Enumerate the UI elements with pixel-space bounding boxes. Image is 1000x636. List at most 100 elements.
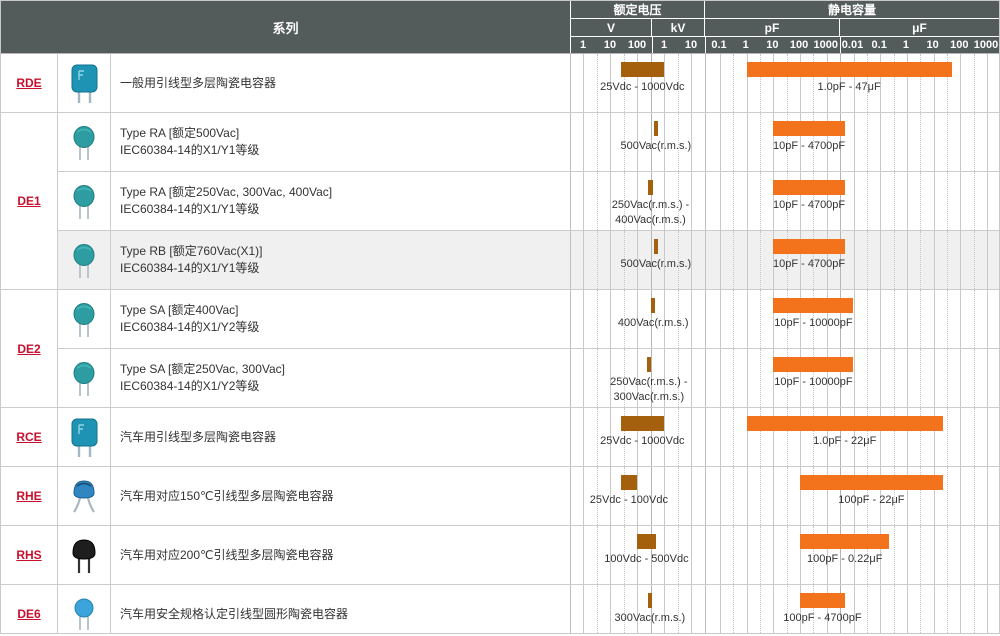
grid-line [597,231,598,289]
grid-line [974,467,975,525]
capacitance-range-bar [773,180,844,195]
series-link-rhs[interactable]: RHS [16,548,41,562]
grid-line [974,290,975,348]
axis-tick: 10 [926,39,938,51]
box-capacitor-icon [67,416,101,458]
capacitance-range-label: 100pF - 0.22μF [807,552,882,567]
voltage-range-label: 100Vdc - 500Vdc [604,552,688,567]
grid-line [854,231,855,289]
grid-line [987,231,988,289]
capacitance-range-bar [773,239,844,254]
capacitance-range-label: 10pF - 4700pF [773,257,845,272]
grid-line [907,585,908,634]
grid-line [974,349,975,407]
grid-line [854,172,855,230]
table-row: Type RA [额定250Vac, 300Vac, 400Vac]IEC603… [58,171,999,230]
series-link-de1[interactable]: DE1 [17,194,40,208]
grid-line [920,231,921,289]
grid-line [960,585,961,634]
grid-line [720,231,721,289]
series-description: Type SA [额定400Vac]IEC60384-14的X1/Y2等级 [111,290,571,348]
grid-line [934,290,935,348]
grid-line [760,290,761,348]
series-subrows: Type RA [额定500Vac]IEC60384-14的X1/Y1等级500… [58,113,999,289]
grid-line [854,585,855,634]
grid-line [974,172,975,230]
axis-tick: 1 [903,39,909,51]
header-separator [652,37,653,53]
voltage-range-bar [637,534,656,549]
grid-line [583,172,584,230]
grid-line [747,585,748,634]
grid-line [747,467,748,525]
grid-line [960,113,961,171]
capacitance-range-label: 100pF - 22μF [838,493,904,508]
grid-line [880,290,881,348]
grid-line [867,585,868,634]
table-row: 汽车用对应200℃引线型多层陶瓷电容器100Vdc - 500Vdc100pF … [58,526,999,584]
series-link-de2[interactable]: DE2 [17,342,40,356]
voltage-range-label: 400Vac(r.m.s.) [618,316,689,331]
grid-line [880,585,881,634]
series-link-rce[interactable]: RCE [16,430,41,444]
grid-line [907,231,908,289]
axis-tick: 10 [766,39,778,51]
grid-line [610,113,611,171]
series-cell: DE2 [1,290,58,407]
series-description: Type RB [额定760Vac(X1)]IEC60384-14的X1/Y1等… [111,231,571,289]
grid-line [920,349,921,407]
series-group: DE6汽车用安全规格认定引线型圆形陶瓷电容器300Vac(r.m.s.)100p… [1,585,999,634]
header-separator [840,37,841,53]
bent-lead-disc-capacitor-icon [68,476,100,516]
voltage-range-bar [648,180,654,195]
series-description: 一般用引线型多层陶瓷电容器 [111,54,571,112]
series-link-rhe[interactable]: RHE [16,489,41,503]
grid-line [720,349,721,407]
grid-line [583,526,584,584]
axis-tick: 100 [628,39,646,51]
icon-cell [58,54,111,112]
series-description: Type RA [额定250Vac, 300Vac, 400Vac]IEC603… [111,172,571,230]
icon-cell [58,408,111,466]
capacitance-range-bar [800,534,889,549]
capacitance-range-bar [773,121,844,136]
series-link-de6[interactable]: DE6 [17,607,40,621]
grid-line [597,408,598,466]
grid-line [691,408,692,466]
grid-line [894,526,895,584]
grid-line [747,172,748,230]
grid-line [760,231,761,289]
grid-line [760,349,761,407]
series-link-rde[interactable]: RDE [16,76,41,90]
series-description: Type SA [额定250Vac, 300Vac]IEC60384-14的X1… [111,349,571,407]
capacitance-chart-cell: 1.0pF - 22μF [705,408,999,466]
voltage-chart-cell: 25Vdc - 100Vdc [571,467,705,525]
grid-line [907,290,908,348]
series-group: DE1 Type RA [额定500Vac]IEC60384-14的X1/Y1等级… [1,113,999,290]
table-row: Type RB [额定760Vac(X1)]IEC60384-14的X1/Y1等… [58,230,999,289]
grid-line [583,113,584,171]
capacitance-range-bar [800,593,845,608]
grid-line [880,172,881,230]
series-cell: RCE [1,408,58,466]
grid-line [920,290,921,348]
disc-capacitor-icon [71,360,97,397]
grid-line [691,585,692,634]
disc-capacitor-icon [71,242,97,279]
grid-line [974,231,975,289]
grid-line [720,290,721,348]
grid-line [691,172,692,230]
capacitance-range-bar [747,416,943,431]
grid-line [597,54,598,112]
grid-line [597,526,598,584]
grid-line [947,290,948,348]
series-description: Type RA [额定500Vac]IEC60384-14的X1/Y1等级 [111,113,571,171]
voltage-chart-cell: 500Vac(r.m.s.) [571,113,705,171]
grid-line [880,231,881,289]
axis-tick: 100 [950,39,968,51]
grid-line [678,467,679,525]
grid-line [920,585,921,634]
grid-line [597,585,598,634]
grid-line [678,585,679,634]
header-separator [705,37,706,53]
